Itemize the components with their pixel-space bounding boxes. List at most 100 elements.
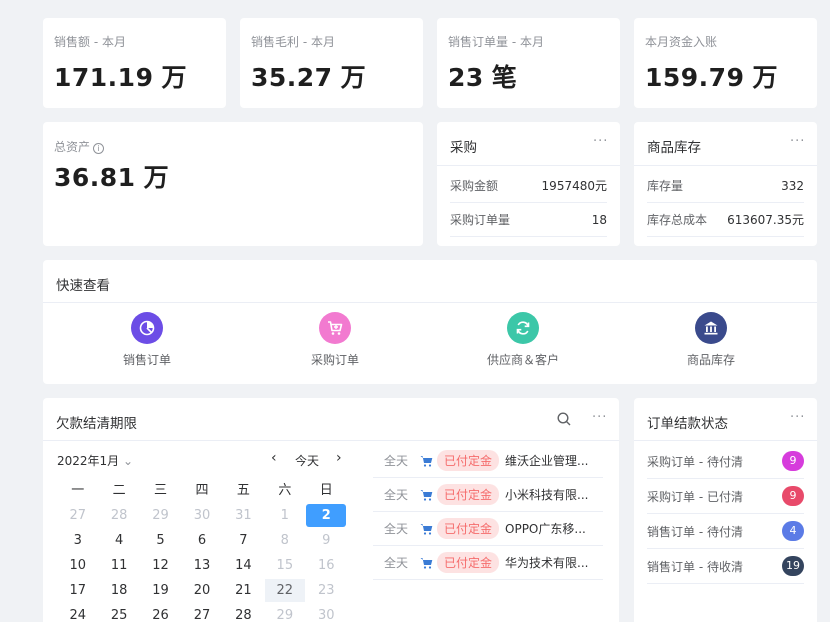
- calendar-day[interactable]: 8: [264, 528, 305, 553]
- stat-label: 销售毛利 - 本月: [251, 35, 335, 49]
- calendar-day[interactable]: 24: [57, 603, 98, 622]
- count-badge: 9: [782, 451, 804, 471]
- calendar-month-select[interactable]: 2022年1月 ⌄: [57, 452, 133, 469]
- info-icon[interactable]: i: [93, 143, 105, 154]
- calendar-day[interactable]: 9: [306, 528, 347, 553]
- calendar-day[interactable]: 29: [264, 603, 305, 622]
- cart-icon: [319, 312, 351, 344]
- panel-title: 采购: [450, 140, 477, 156]
- calendar-week: 24 25 26 27 28 29 30: [57, 603, 347, 622]
- calendar-day[interactable]: 14: [223, 553, 264, 578]
- counterparty-name: 维沃企业管理...: [505, 454, 589, 468]
- total-assets-label: 总资产 i: [54, 138, 105, 155]
- more-icon[interactable]: ···: [592, 410, 607, 425]
- calendar-day[interactable]: 15: [264, 553, 305, 578]
- more-icon[interactable]: ···: [790, 134, 805, 149]
- calendar-day-selected[interactable]: 2: [306, 503, 347, 528]
- calendar-day[interactable]: 7: [223, 528, 264, 553]
- calendar-day[interactable]: 25: [98, 603, 139, 622]
- status-row[interactable]: 销售订单 - 待付清 4: [647, 514, 804, 549]
- weekday-label: 一: [71, 483, 85, 498]
- quick-item-sales-orders[interactable]: 销售订单: [87, 312, 207, 368]
- calendar-week: 10 11 12 13 14 15 16: [57, 553, 347, 578]
- panel-title: 订单结款状态: [647, 416, 728, 432]
- refresh-icon: [507, 312, 539, 344]
- count-badge: 9: [782, 486, 804, 506]
- search-icon[interactable]: [557, 411, 571, 426]
- weekday-label: 日: [319, 483, 333, 498]
- calendar-day[interactable]: 16: [306, 553, 347, 578]
- kv-row: 采购订单量 18: [450, 203, 607, 237]
- panel-title: 快速查看: [56, 278, 110, 294]
- counterparty-name: OPPO广东移...: [505, 522, 586, 536]
- calendar-day[interactable]: 3: [57, 528, 98, 553]
- debt-deadline-card: 欠款结清期限 ··· 2022年1月 ⌄ ‹ 今天 › 一 二 三 四 五 六 …: [43, 398, 619, 622]
- stat-card-gross-profit: 销售毛利 - 本月 35.27 万: [240, 18, 423, 108]
- quick-item-label: 销售订单: [122, 353, 171, 367]
- stat-value: 171.19 万: [54, 63, 187, 92]
- weekday-label: 四: [195, 483, 209, 498]
- quick-view-card: 快速查看 销售订单 采购订单 供应商＆客户 商品库存: [43, 260, 817, 384]
- quick-item-suppliers-customers[interactable]: 供应商＆客户: [463, 312, 583, 368]
- calendar-day[interactable]: 18: [98, 578, 139, 603]
- calendar-day[interactable]: 27: [181, 603, 222, 622]
- calendar-day[interactable]: 1: [264, 503, 305, 528]
- calendar-day[interactable]: 28: [98, 503, 139, 528]
- calendar-day[interactable]: 31: [223, 503, 264, 528]
- stat-label: 本月资金入账: [645, 35, 718, 49]
- calendar-day[interactable]: 28: [223, 603, 264, 622]
- kv-row: 采购金额 1957480元: [450, 169, 607, 203]
- status-row[interactable]: 采购订单 - 待付清 9: [647, 444, 804, 479]
- calendar-day[interactable]: 12: [140, 553, 181, 578]
- calendar-day[interactable]: 17: [57, 578, 98, 603]
- status-row[interactable]: 销售订单 - 待收清 19: [647, 549, 804, 584]
- calendar-today-button[interactable]: 今天: [295, 452, 319, 469]
- calendar-day[interactable]: 10: [57, 553, 98, 578]
- stat-value: 159.79 万: [645, 63, 778, 92]
- cart-icon: [415, 489, 437, 501]
- divider: [634, 165, 817, 166]
- calendar-day[interactable]: 21: [223, 578, 264, 603]
- calendar-day[interactable]: 4: [98, 528, 139, 553]
- calendar-day[interactable]: 5: [140, 528, 181, 553]
- calendar-day[interactable]: 29: [140, 503, 181, 528]
- more-icon[interactable]: ···: [593, 134, 608, 149]
- stat-value: 23 笔: [448, 63, 518, 92]
- calendar-day[interactable]: 11: [98, 553, 139, 578]
- calendar-day[interactable]: 30: [306, 603, 347, 622]
- calendar-day[interactable]: 20: [181, 578, 222, 603]
- stat-label: 销售订单量 - 本月: [448, 35, 544, 49]
- counterparty-name: 小米科技有限...: [505, 488, 589, 502]
- calendar-day[interactable]: 6: [181, 528, 222, 553]
- calendar-day[interactable]: 27: [57, 503, 98, 528]
- status-badge: 已付定金: [437, 450, 500, 471]
- weekday-label: 六: [278, 483, 292, 498]
- calendar-prev-button[interactable]: ‹: [271, 450, 277, 466]
- calendar-next-button[interactable]: ›: [336, 450, 342, 466]
- calendar-day[interactable]: 19: [140, 578, 181, 603]
- quick-item-purchase-orders[interactable]: 采购订单: [275, 312, 395, 368]
- calendar-day[interactable]: 23: [306, 578, 347, 603]
- stat-label: 销售额 - 本月: [54, 35, 126, 49]
- calendar-day[interactable]: 26: [140, 603, 181, 622]
- stat-card-order-count: 销售订单量 - 本月 23 笔: [437, 18, 620, 108]
- status-row[interactable]: 采购订单 - 已付清 9: [647, 479, 804, 514]
- calendar-day[interactable]: 30: [181, 503, 222, 528]
- count-badge: 19: [782, 556, 804, 576]
- quick-item-inventory[interactable]: 商品库存: [651, 312, 771, 368]
- more-icon[interactable]: ···: [790, 410, 805, 425]
- list-item[interactable]: 全天 已付定金 小米科技有限...: [373, 478, 603, 512]
- all-day-label: 全天: [384, 454, 409, 468]
- panel-title: 商品库存: [647, 140, 701, 156]
- calendar-day[interactable]: 13: [181, 553, 222, 578]
- calendar-day-today[interactable]: 22: [264, 578, 305, 603]
- list-item[interactable]: 全天 已付定金 OPPO广东移...: [373, 512, 603, 546]
- list-item[interactable]: 全天 已付定金 华为技术有限...: [373, 546, 603, 580]
- status-badge: 已付定金: [437, 552, 500, 573]
- list-item[interactable]: 全天 已付定金 维沃企业管理...: [373, 444, 603, 478]
- status-badge: 已付定金: [437, 484, 500, 505]
- kv-row: 库存量 332: [647, 169, 804, 203]
- divider: [437, 165, 620, 166]
- calendar-weekday-row: 一 二 三 四 五 六 日: [57, 478, 347, 503]
- count-badge: 4: [782, 521, 804, 541]
